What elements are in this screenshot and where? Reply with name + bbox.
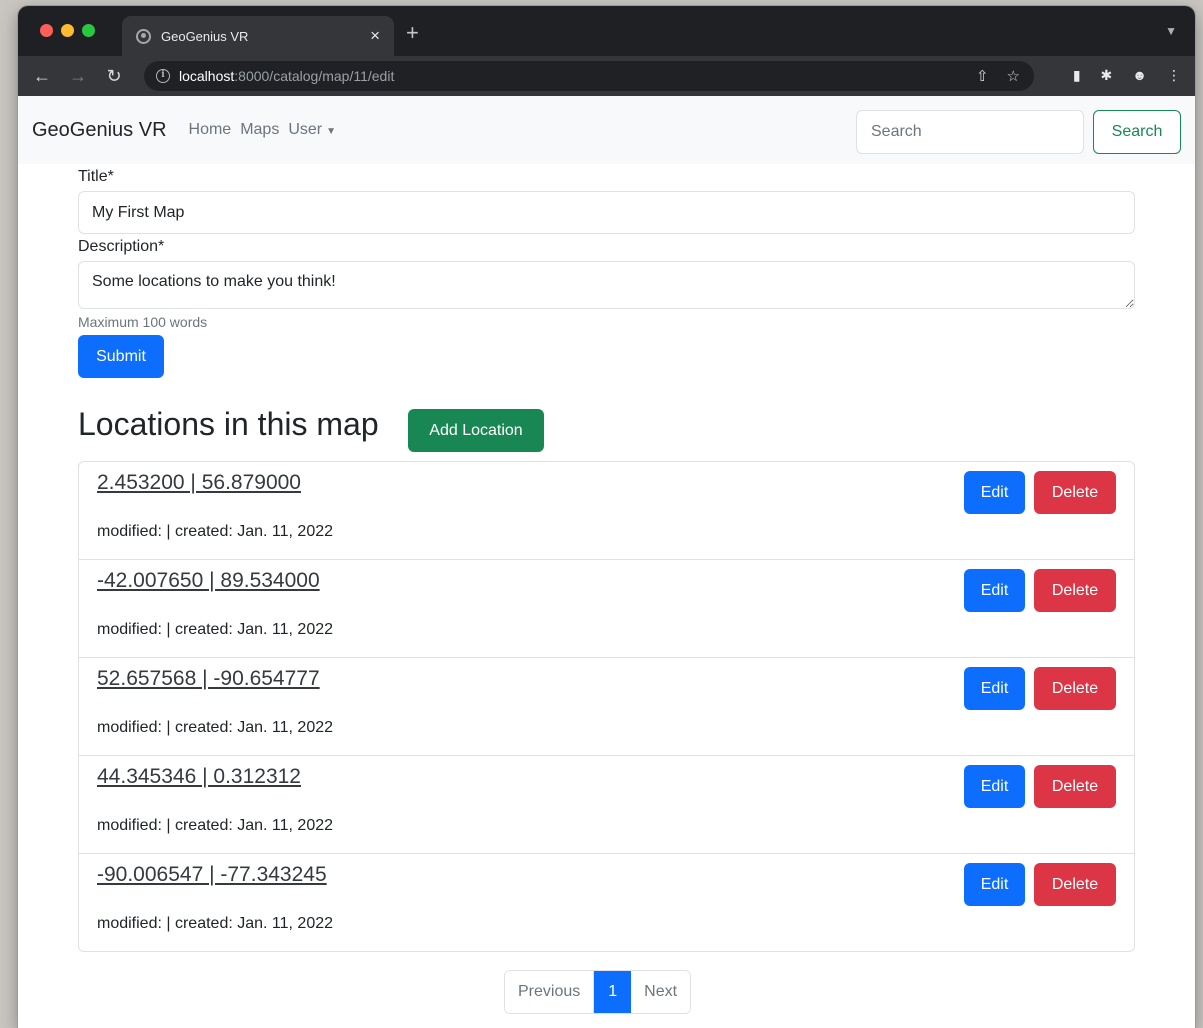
- location-meta: modified: | created: Jan. 11, 2022: [97, 621, 334, 638]
- pagination-next[interactable]: Next: [631, 971, 691, 1013]
- locations-heading: Locations in this map: [78, 406, 379, 442]
- window-controls: [40, 24, 95, 37]
- list-item: -42.007650 | 89.534000 modified: | creat…: [79, 560, 1134, 658]
- location-meta: modified: | created: Jan. 11, 2022: [97, 719, 334, 736]
- site-navbar: GeoGenius VR Home Maps User ▼ Search: [18, 96, 1195, 164]
- nav-home[interactable]: Home: [189, 121, 232, 139]
- list-item: 2.453200 | 56.879000 modified: | created…: [79, 462, 1134, 560]
- puzzle-extensions-icon[interactable]: ✱: [1101, 67, 1113, 84]
- url-host: localhost: [179, 68, 235, 84]
- add-location-button[interactable]: Add Location: [408, 409, 544, 452]
- list-item: -90.006547 | -77.343245 modified: | crea…: [79, 854, 1134, 951]
- list-item: 44.345346 | 0.312312 modified: | created…: [79, 756, 1134, 854]
- location-link[interactable]: 52.657568 | -90.654777: [97, 667, 320, 691]
- more-menu-icon[interactable]: ⋮: [1167, 67, 1181, 84]
- nav-user-dropdown[interactable]: User ▼: [288, 121, 336, 139]
- location-link[interactable]: 2.453200 | 56.879000: [97, 471, 301, 495]
- description-textarea[interactable]: Some locations to make you think!: [78, 261, 1135, 309]
- description-help-text: Maximum 100 words: [78, 314, 208, 330]
- location-meta: modified: | created: Jan. 11, 2022: [97, 523, 334, 540]
- title-bar: GeoGenius VR × + ▼: [18, 6, 1195, 56]
- pagination-page-1[interactable]: 1: [594, 971, 632, 1013]
- delete-button[interactable]: Delete: [1034, 667, 1116, 710]
- title-label: Title*: [78, 168, 114, 185]
- submit-button[interactable]: Submit: [78, 335, 164, 378]
- tab-title: GeoGenius VR: [161, 28, 249, 44]
- delete-button[interactable]: Delete: [1034, 569, 1116, 612]
- nav-user-label: User: [288, 121, 323, 138]
- shield-extension-icon[interactable]: ▮: [1073, 67, 1081, 84]
- minimize-window-button[interactable]: [61, 24, 74, 37]
- address-bar[interactable]: i localhost :8000/catalog/map/11/edit ⇧ …: [144, 61, 1034, 91]
- list-item: 52.657568 | -90.654777 modified: | creat…: [79, 658, 1134, 756]
- profile-icon[interactable]: ☻: [1132, 67, 1147, 84]
- maximize-window-button[interactable]: [82, 24, 95, 37]
- location-link[interactable]: -90.006547 | -77.343245: [97, 863, 327, 887]
- description-label: Description*: [78, 238, 165, 255]
- browser-toolbar: ← → ↻ i localhost :8000/catalog/map/11/e…: [18, 56, 1195, 96]
- info-icon[interactable]: i: [156, 69, 170, 83]
- pagination: Previous 1 Next: [504, 970, 692, 1014]
- browser-window: GeoGenius VR × + ▼ ← → ↻ i localhost :80…: [18, 6, 1195, 1028]
- close-window-button[interactable]: [40, 24, 53, 37]
- page-content: GeoGenius VR Home Maps User▼ Search Titl…: [18, 96, 1195, 1028]
- delete-button[interactable]: Delete: [1034, 863, 1116, 906]
- extensions-area: ▮ ✱ ☻ ⋮: [1073, 67, 1181, 84]
- edit-button[interactable]: Edit: [964, 569, 1025, 612]
- edit-button[interactable]: Edit: [964, 471, 1025, 514]
- back-arrow-icon[interactable]: ←: [24, 66, 60, 87]
- tab-search-chevron-icon[interactable]: ▼: [1165, 24, 1177, 38]
- location-link[interactable]: -42.007650 | 89.534000: [97, 569, 320, 593]
- pagination-previous[interactable]: Previous: [505, 971, 595, 1013]
- delete-button[interactable]: Delete: [1034, 765, 1116, 808]
- nav-maps[interactable]: Maps: [240, 121, 279, 139]
- location-meta: modified: | created: Jan. 11, 2022: [97, 915, 334, 932]
- caret-down-icon: ▼: [326, 126, 337, 137]
- address-bar-actions: ⇧ ☆: [976, 67, 1020, 85]
- bookmark-star-icon[interactable]: ☆: [1007, 67, 1020, 85]
- brand-link[interactable]: GeoGenius VR: [32, 119, 167, 142]
- browser-tab[interactable]: GeoGenius VR ×: [122, 16, 394, 56]
- close-tab-icon[interactable]: ×: [370, 26, 380, 46]
- url-path: :8000/catalog/map/11/edit: [234, 68, 395, 84]
- location-link[interactable]: 44.345346 | 0.312312: [97, 765, 301, 789]
- delete-button[interactable]: Delete: [1034, 471, 1116, 514]
- edit-button[interactable]: Edit: [964, 667, 1025, 710]
- globe-icon: [136, 28, 151, 44]
- search-input[interactable]: [856, 110, 1084, 154]
- location-meta: modified: | created: Jan. 11, 2022: [97, 817, 334, 834]
- new-tab-icon[interactable]: +: [406, 20, 419, 46]
- edit-button[interactable]: Edit: [964, 863, 1025, 906]
- title-input[interactable]: [78, 191, 1135, 234]
- forward-arrow-icon[interactable]: →: [60, 66, 96, 87]
- share-icon[interactable]: ⇧: [976, 67, 989, 85]
- edit-button[interactable]: Edit: [964, 765, 1025, 808]
- reload-icon[interactable]: ↻: [96, 66, 132, 87]
- search-button[interactable]: Search: [1093, 110, 1181, 154]
- locations-list: 2.453200 | 56.879000 modified: | created…: [78, 461, 1135, 952]
